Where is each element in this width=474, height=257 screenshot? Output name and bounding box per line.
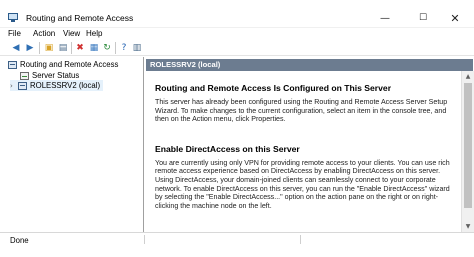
menu-bar: File Action View Help: [0, 28, 474, 40]
tree-item-label: Server Status: [32, 71, 80, 80]
section-text: You are currently using only VPN for pro…: [155, 158, 450, 210]
server-icon: [18, 81, 27, 90]
forward-arrow-icon[interactable]: ▶: [24, 42, 36, 54]
app-icon: [8, 13, 18, 23]
minimize-button[interactable]: —: [370, 10, 400, 26]
console-icon[interactable]: ▥: [131, 42, 143, 54]
tree-root[interactable]: Routing and Remote Access: [8, 59, 118, 70]
status-text: Done: [10, 236, 29, 245]
refresh-icon[interactable]: ↻: [101, 42, 113, 54]
up-folder-icon[interactable]: ▣: [43, 42, 55, 54]
scroll-thumb[interactable]: [464, 83, 472, 208]
detail-pane: ROLESSRV2 (local) Routing and Remote Acc…: [145, 57, 474, 232]
menu-help[interactable]: Help: [83, 28, 105, 40]
toolbar-separator: [115, 42, 116, 54]
menu-view[interactable]: View: [60, 28, 83, 40]
title-bar: Routing and Remote Access — ☐ ✕: [0, 0, 474, 28]
tree-item-label: ROLESSRV2 (local): [30, 81, 101, 90]
toolbar-separator: [39, 42, 40, 54]
toolbar: ◀ ▶ ▣ ▤ ✖ ▦ ↻ ? ▥: [0, 40, 474, 56]
tree-root-label: Routing and Remote Access: [20, 60, 119, 69]
scroll-up-icon[interactable]: ▲: [462, 71, 474, 82]
properties-icon[interactable]: ▦: [88, 42, 100, 54]
status-divider: [144, 235, 145, 244]
menu-action[interactable]: Action: [30, 28, 58, 40]
section-title: Enable DirectAccess on this Server: [155, 143, 300, 154]
toolbar-separator: [71, 42, 72, 54]
scroll-down-icon[interactable]: ▼: [462, 221, 474, 232]
delete-icon[interactable]: ✖: [74, 42, 86, 54]
section-title: Routing and Remote Access Is Configured …: [155, 83, 392, 93]
detail-body: Routing and Remote Access Is Configured …: [145, 71, 461, 232]
vertical-scrollbar[interactable]: ▲ ▼: [461, 71, 474, 232]
maximize-button[interactable]: ☐: [408, 10, 438, 26]
close-button[interactable]: ✕: [440, 10, 470, 26]
expand-arrow-icon[interactable]: ›: [10, 82, 18, 90]
window-title: Routing and Remote Access: [26, 13, 134, 23]
console-tree: Routing and Remote Access Server Status …: [0, 57, 144, 232]
routing-server-icon: [8, 60, 17, 69]
status-bar: Done: [0, 232, 474, 257]
menu-file[interactable]: File: [5, 28, 24, 40]
server-status-icon: [20, 71, 29, 80]
status-divider: [300, 235, 301, 244]
section-text: This server has already been configured …: [155, 98, 448, 124]
back-arrow-icon[interactable]: ◀: [10, 42, 22, 54]
show-hide-tree-icon[interactable]: ▤: [57, 42, 69, 54]
detail-header: ROLESSRV2 (local): [146, 59, 473, 71]
tree-item-server[interactable]: › ROLESSRV2 (local): [10, 80, 104, 91]
help-icon[interactable]: ?: [118, 42, 130, 54]
